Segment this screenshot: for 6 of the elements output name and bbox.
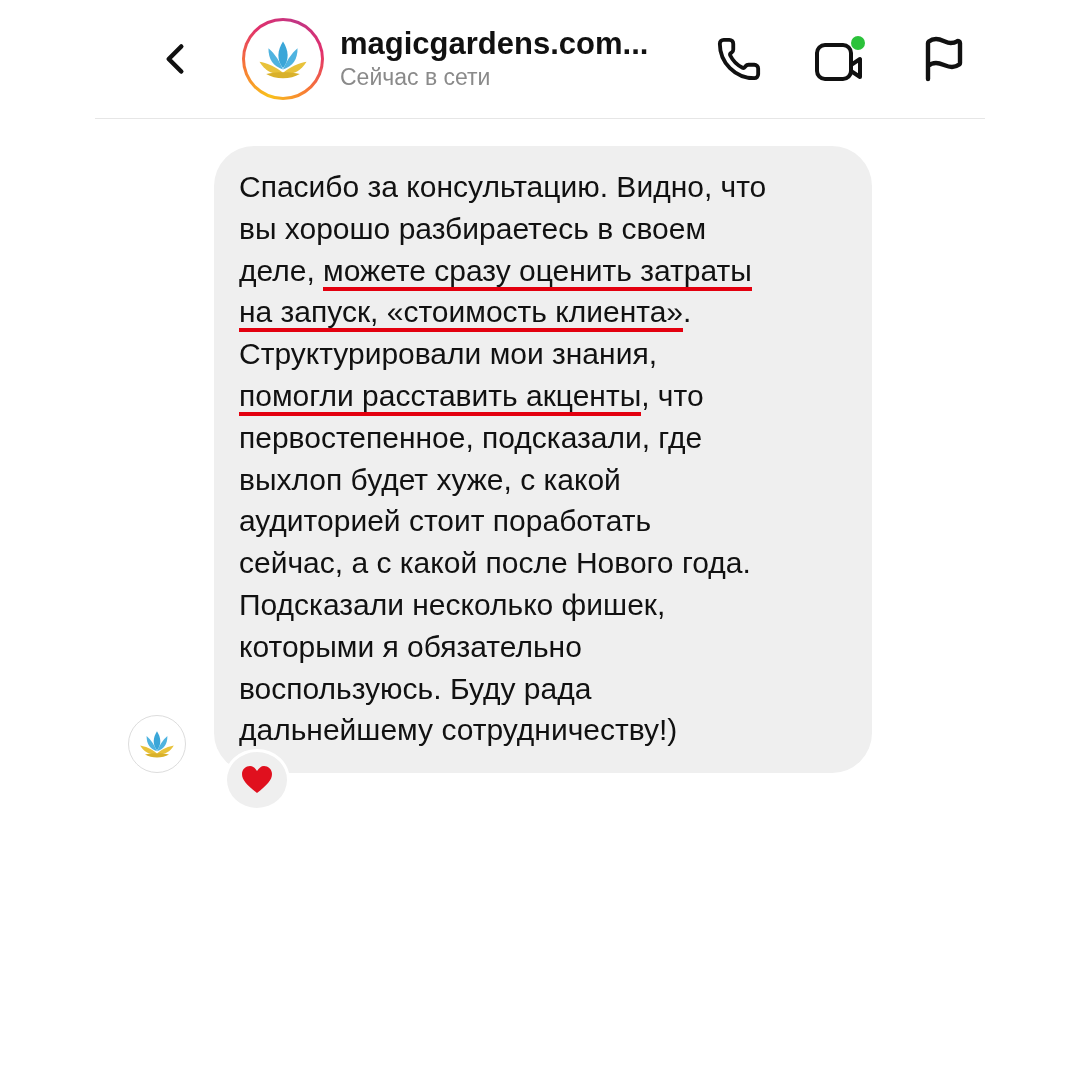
message-text: Спасибо за консультацию. Видно, что вы хорошо разбираетесь в своем деле, можете сразу оценить затраты на запуск, «стоимость клиента». Структурировали мои знания, помогли расставить акценты, что первостепенное, подсказали, где выхлоп будет хуже, с какой аудиторией стоит поработать сейчас, а с какой после Нового года. Подсказали несколько фишек, которыми я обязательно воспользуюсь. Буду рада дальнейшему сотрудничеству!) xyxy=(239,169,768,749)
heart-icon xyxy=(241,766,273,795)
chat-title: magicgardens.com... xyxy=(340,26,650,62)
phone-icon[interactable] xyxy=(716,36,762,82)
online-status: Сейчас в сети xyxy=(340,63,492,92)
video-camera-icon[interactable] xyxy=(814,35,868,83)
